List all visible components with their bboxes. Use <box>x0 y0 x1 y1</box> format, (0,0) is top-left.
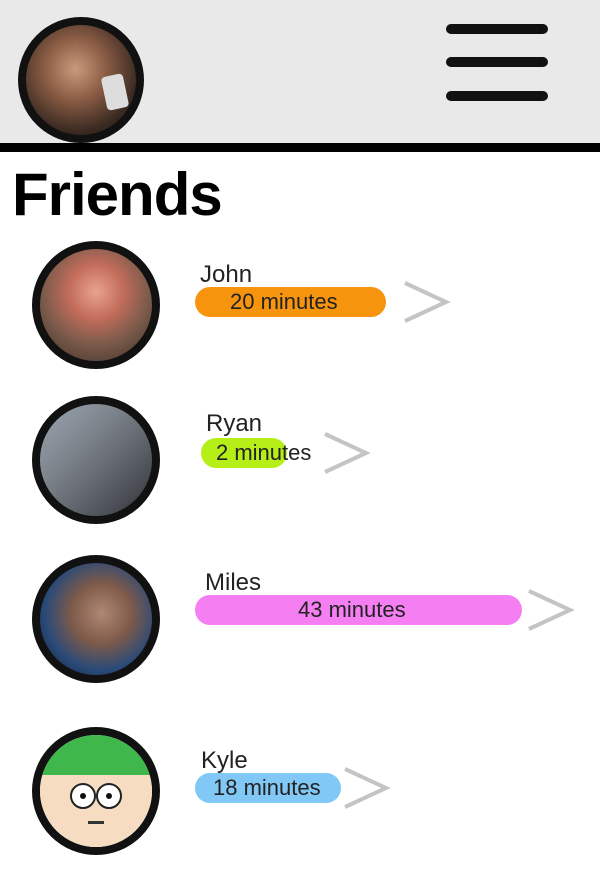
chevron-right-icon[interactable] <box>526 587 576 633</box>
chevron-right-icon[interactable] <box>322 430 372 476</box>
time-label: 43 minutes <box>298 597 406 622</box>
friend-avatar <box>32 555 160 683</box>
chevron-right-icon[interactable] <box>402 279 452 325</box>
friend-name: Miles <box>205 569 262 596</box>
mouth-icon <box>88 821 104 824</box>
time-label: 18 minutes <box>213 775 321 800</box>
time-label: 20 minutes <box>230 289 338 314</box>
friend-name: Kyle <box>201 747 248 774</box>
friend-row-ryan[interactable]: Ryan 2 minutes <box>0 396 600 526</box>
menu-bar <box>446 24 548 34</box>
friend-avatar <box>32 396 160 524</box>
menu-bar <box>446 57 548 67</box>
cartoon-face <box>40 775 152 847</box>
phone-icon <box>100 73 130 111</box>
friend-name: John <box>200 261 253 288</box>
page-title: Friends <box>12 161 223 228</box>
chevron-right-icon[interactable] <box>342 765 392 811</box>
friend-row-kyle[interactable]: Kyle 18 minutes <box>0 727 600 857</box>
friend-name: Ryan <box>206 410 263 437</box>
app-header <box>0 0 600 152</box>
menu-bar <box>446 91 548 101</box>
friend-avatar <box>32 727 160 855</box>
hamburger-menu-icon[interactable] <box>446 24 548 104</box>
friend-avatar <box>32 241 160 369</box>
eye-icon <box>96 783 122 809</box>
eye-icon <box>70 783 96 809</box>
time-label: 2 minutes <box>216 440 312 465</box>
friend-row-miles[interactable]: Miles 43 minutes <box>0 555 600 685</box>
profile-avatar[interactable] <box>18 17 144 143</box>
friend-row-john[interactable]: John 20 minutes <box>0 241 600 371</box>
